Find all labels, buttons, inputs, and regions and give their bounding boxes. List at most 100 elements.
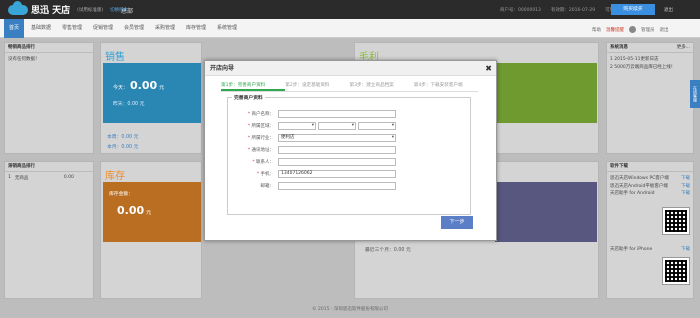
system-notice-panel: 系统消息 更多... 1 2015-05-11更新日志 2 5000万云端商品库… xyxy=(606,42,694,154)
wizard-steps: 第1步：完善商户资料 第2步：设定基础资料 第3步：建立商品档案 第4步：下载安… xyxy=(221,82,478,92)
expiry-date: 有效期：2016-07-29 xyxy=(550,8,596,13)
top-sellers-empty: 没有任何数据！ xyxy=(8,57,40,62)
list-item[interactable]: 1 2015-05-11更新日志 xyxy=(610,56,690,64)
nav-home[interactable]: 首页 xyxy=(4,19,25,38)
notice-list: 1 2015-05-11更新日志 2 5000万云端商品库已经上线！ xyxy=(607,53,693,75)
row-index: 1 xyxy=(8,175,11,180)
top-sellers-title: 畅销商品排行 xyxy=(5,43,93,53)
customer-tile xyxy=(495,182,597,242)
exit-link[interactable]: 退出 xyxy=(664,7,673,13)
city-select[interactable] xyxy=(318,121,356,130)
notice-title: 系统消息 xyxy=(610,45,628,50)
stock-title: 库存 xyxy=(105,171,125,182)
merchant-name-input[interactable] xyxy=(278,109,396,118)
sales-title: 销售 xyxy=(105,52,125,63)
province-select[interactable] xyxy=(278,121,316,130)
nav-inventory[interactable]: 库存管理 xyxy=(181,19,211,38)
sales-tile: 今天： 0.00 元 昨天：0.00 元 xyxy=(103,63,201,123)
industry-row: * 所属行业： 便利店 xyxy=(228,133,472,142)
row-value: 0.00 xyxy=(63,175,74,180)
footer: © 2015 - 深圳思迅软件股份有限公司 xyxy=(312,307,388,312)
email-input[interactable] xyxy=(278,181,396,190)
district-select[interactable] xyxy=(358,121,396,130)
step-4[interactable]: 第4步：下载安装客户端 xyxy=(414,82,478,91)
notice-more-link[interactable]: 更多... xyxy=(677,43,690,52)
avatar[interactable] xyxy=(629,26,636,33)
stock-amount: 0.00 元 xyxy=(117,204,152,217)
list-item: 思迅天店Android平板客户端 下载 xyxy=(610,183,690,191)
top-bar: 思迅 天店 (试用标准版) 切换版本 总部 商户号：00000013 有效期：2… xyxy=(0,0,700,19)
table-row: 1 无商品 0.00 xyxy=(5,172,93,184)
sales-yesterday: 昨天：0.00 元 xyxy=(113,102,145,107)
next-step-button[interactable]: 下一步 xyxy=(441,216,473,229)
list-item[interactable]: 2 5000万云端商品库已经上线！ xyxy=(610,64,690,72)
download-link[interactable]: 下载 xyxy=(681,246,690,254)
stock-panel: 库存 库存金额： 0.00 元 xyxy=(100,161,202,299)
logo: 思迅 天店 (试用标准版) 切换版本 xyxy=(8,0,128,16)
stock-value: 0.00 xyxy=(117,204,145,217)
step-1[interactable]: 第1步：完善商户资料 xyxy=(221,82,286,91)
edition-label: (试用标准版) xyxy=(77,7,104,13)
buy-renew-button[interactable]: 购买续买 xyxy=(611,4,655,15)
nav-member[interactable]: 会员管理 xyxy=(119,19,149,38)
downloads-title: 软件下载 xyxy=(607,162,693,172)
industry-select[interactable]: 便利店 xyxy=(278,133,396,142)
sales-today: 今天： 0.00 元 xyxy=(113,79,165,92)
recent-three-months: 最近三个月：0.00 元 xyxy=(365,248,411,253)
tips-link[interactable]: 温馨提醒 xyxy=(606,27,624,33)
slow-sellers-title: 滞销商品排行 xyxy=(5,162,93,172)
sales-panel: 销售 今天： 0.00 元 昨天：0.00 元 本周：0.00 元 本月：0.0… xyxy=(100,42,202,154)
nav-promotion[interactable]: 促销管理 xyxy=(88,19,118,38)
download-link[interactable]: 下载 xyxy=(681,190,690,198)
merchant-name-row: * 商户名称： xyxy=(228,109,472,118)
section-title: 完善商户资料 xyxy=(232,94,265,101)
downloads-list: 思迅天店Windows PC客户端 下载 思迅天店Android平板客户端 下载… xyxy=(607,172,693,296)
cloud-logo-icon xyxy=(8,0,28,15)
merchant-id: 商户号：00000013 xyxy=(500,8,541,13)
online-service-tab[interactable]: 在线客服 xyxy=(690,80,700,108)
nav-system[interactable]: 系统管理 xyxy=(212,19,242,38)
top-sellers-panel: 畅销商品排行 没有任何数据！ xyxy=(4,42,94,154)
notice-header: 系统消息 更多... xyxy=(607,43,693,53)
download-link[interactable]: 下载 xyxy=(681,183,690,191)
nav-basic-data[interactable]: 基础数据 xyxy=(26,19,56,38)
setup-wizard-dialog: 开店向导 ✖ 第1步：完善商户资料 第2步：设定基础资料 第3步：建立商品档案 … xyxy=(204,60,497,241)
phone-input[interactable]: 13407126062 xyxy=(278,169,396,178)
sales-today-value: 0.00 xyxy=(130,79,158,92)
iphone-qr-code xyxy=(662,257,690,285)
step-2[interactable]: 第2步：设定基础资料 xyxy=(285,82,349,91)
list-item: 天店助手 for Android 下载 xyxy=(610,190,690,198)
step-3[interactable]: 第3步：建立商品档案 xyxy=(350,82,414,91)
main-nav: 首页 基础数据 零售管理 促销管理 会员管理 采购管理 库存管理 系统管理 帮助… xyxy=(0,19,700,38)
dialog-title: 开店向导 xyxy=(210,65,235,72)
list-item: 天店助手 for iPhone 下载 xyxy=(610,246,690,254)
stock-label: 库存金额： xyxy=(109,192,133,197)
top-title: 总部 xyxy=(121,8,134,15)
user-name[interactable]: 管理员 xyxy=(641,27,655,33)
downloads-panel: 软件下载 思迅天店Windows PC客户端 下载 思迅天店Android平板客… xyxy=(606,161,694,299)
nav-right: 帮助 温馨提醒 管理员 退出 xyxy=(592,26,669,33)
slow-sellers-panel: 滞销商品排行 1 无商品 0.00 xyxy=(4,161,94,299)
address-row: * 通讯地址： xyxy=(228,145,472,154)
help-link[interactable]: 帮助 xyxy=(592,27,601,33)
phone-row: * 手机： 13407126062 xyxy=(228,169,472,178)
android-qr-code xyxy=(662,207,690,235)
logout-link[interactable]: 退出 xyxy=(660,27,669,33)
list-item: 思迅天店Windows PC客户端 下载 xyxy=(610,175,690,183)
profit-tile xyxy=(495,63,597,123)
contact-input[interactable] xyxy=(278,157,396,166)
brand-name: 思迅 天店 xyxy=(31,6,71,16)
row-name: 无商品 xyxy=(14,176,29,181)
nav-retail[interactable]: 零售管理 xyxy=(57,19,87,38)
dialog-header: 开店向导 ✖ xyxy=(205,61,496,76)
close-icon[interactable]: ✖ xyxy=(485,61,492,76)
address-input[interactable] xyxy=(278,145,396,154)
contact-row: * 联系人： xyxy=(228,157,472,166)
merchant-info-fieldset: 完善商户资料 * 商户名称： * 所属区域： * 所属行业： 便利店 * 通讯地… xyxy=(227,94,472,215)
region-row: * 所属区域： xyxy=(228,121,472,130)
nav-purchase[interactable]: 采购管理 xyxy=(150,19,180,38)
sales-month: 本月：0.00 元 xyxy=(107,145,139,150)
download-link[interactable]: 下载 xyxy=(681,175,690,183)
sales-week: 本周：0.00 元 xyxy=(107,135,139,140)
stock-tile: 库存金额： 0.00 元 xyxy=(103,182,201,242)
